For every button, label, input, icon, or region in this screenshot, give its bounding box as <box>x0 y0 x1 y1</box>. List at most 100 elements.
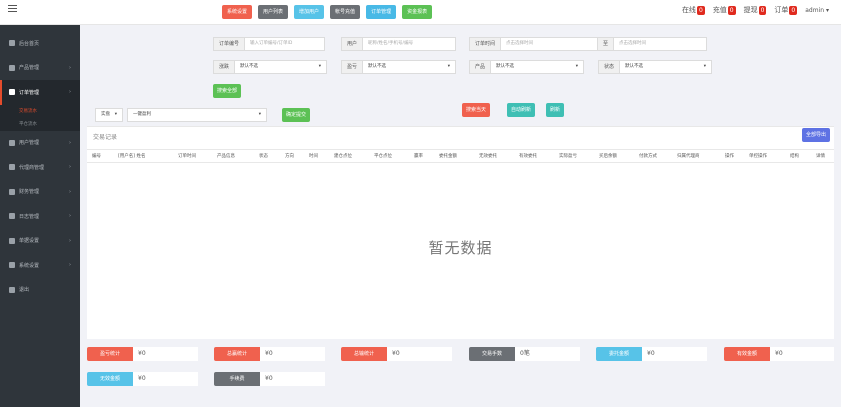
direction-select[interactable]: 默认不选 ▾ <box>235 60 328 74</box>
sidebar-item-home[interactable]: 后台首页 <box>0 31 80 56</box>
user-filter: 用户 昵称/姓名/手机号/编号 <box>341 37 457 51</box>
col-header: 结构 <box>790 154 799 159</box>
sidebar-item-label: 后台首页 <box>19 40 40 47</box>
sidebar-item-finance[interactable]: 财务管理 › <box>0 180 80 205</box>
sidebar-item-label: 产品管理 <box>19 65 40 72</box>
col-header: 赢率 <box>414 154 423 159</box>
agent-icon <box>9 164 15 171</box>
chevron-right-icon: › <box>69 262 71 269</box>
fee-value: ¥0 <box>260 372 325 386</box>
pnl-stat-value: ¥0 <box>133 347 198 361</box>
order-label: 订单 <box>774 6 789 14</box>
search-today-button[interactable]: 搜索当天 <box>462 103 491 117</box>
bulk-action-value: 一键盈利 <box>133 112 151 117</box>
product-select[interactable]: 默认不选 ▾ <box>491 60 585 74</box>
product-filter: 产品 默认不选 ▾ <box>469 60 585 74</box>
panel-title: 交易记录 <box>93 134 118 141</box>
pnl-stat-label: 盈亏统计 <box>87 347 133 361</box>
withdraw-stat[interactable]: 提现 0 <box>744 5 767 15</box>
direction-label: 涨跌 <box>213 60 236 74</box>
user-label: 用户 <box>341 37 364 51</box>
total-win-label: 总赢统计 <box>214 347 260 361</box>
auto-refresh-button[interactable]: 自动刷新 <box>507 103 536 117</box>
sidebar-item-logs[interactable]: 日志管理 › <box>0 204 80 229</box>
user-input[interactable]: 昵称/姓名/手机号/编号 <box>363 37 457 51</box>
chevron-right-icon: › <box>69 237 71 244</box>
recharge-stat[interactable]: 充值 0 <box>713 5 736 15</box>
account-type-select[interactable]: 实盘 ▾ <box>95 108 123 122</box>
direction-value: 默认不选 <box>240 64 259 69</box>
system-settings-button[interactable]: 系统设置 <box>222 5 253 19</box>
col-header: 归属代理商 <box>677 154 700 159</box>
admin-username: admin <box>805 6 825 14</box>
sidebar-item-settings[interactable]: 系统设置 › <box>0 253 80 278</box>
export-all-button[interactable]: 全部导出 <box>801 128 830 142</box>
log-icon <box>9 213 15 220</box>
table-header: 编号 [用户名] 姓名 订单时间 产品信息 状态 方向 时间 建仓点位 平仓点位… <box>87 149 834 163</box>
col-header: 编号 <box>92 154 101 159</box>
col-header: 买后余额 <box>599 154 617 159</box>
sidebar-item-label: 财务管理 <box>19 189 40 196</box>
order-stat[interactable]: 订单 0 <box>774 5 798 15</box>
sidebar-item-label: 单据设置 <box>19 238 40 245</box>
total-loss-label: 总输统计 <box>341 347 387 361</box>
order-no-label: 订单编号 <box>213 37 246 51</box>
online-count-badge: 0 <box>696 5 705 15</box>
online-stat[interactable]: 在线 0 <box>682 5 705 15</box>
col-header: 详情 <box>816 154 825 159</box>
profit-filter: 盈亏 默认不选 ▾ <box>341 60 457 74</box>
order-no-input[interactable]: 输入订单编号/订单ID <box>245 37 326 51</box>
time-to-input[interactable]: 点击选择时间 <box>614 37 708 51</box>
status-value: 默认不选 <box>625 64 644 69</box>
order-time-filter: 订单时间 点击选择时间 至 点击选择时间 <box>469 37 708 51</box>
fund-report-button[interactable]: 资金报表 <box>402 5 433 19</box>
profit-select[interactable]: 默认不选 ▾ <box>363 60 457 74</box>
sidebar-subitem-close-flow[interactable]: 平仓流水 <box>0 117 80 131</box>
sidebar-item-products[interactable]: 产品管理 › <box>0 56 80 81</box>
col-header: 方向 <box>285 154 294 159</box>
user-list-button[interactable]: 用户列表 <box>258 5 289 19</box>
sidebar-item-label: 用户管理 <box>19 140 40 147</box>
refresh-button[interactable]: 刷新 <box>546 103 565 117</box>
account-recharge-button[interactable]: 帐号充值 <box>330 5 361 19</box>
time-from-input[interactable]: 点击选择时间 <box>501 37 599 51</box>
entrust-amount-value: ¥0 <box>642 347 707 361</box>
sidebar-item-label: 退出 <box>19 287 30 294</box>
col-header: 操作 <box>725 154 734 159</box>
order-time-label: 订单时间 <box>469 37 502 51</box>
sidebar-item-orders[interactable]: 订单管理 › <box>0 80 80 105</box>
order-no-filter: 订单编号 输入订单编号/订单ID <box>213 37 326 51</box>
order-management-button[interactable]: 订单管理 <box>366 5 397 19</box>
menu-toggle-icon[interactable] <box>8 5 17 12</box>
product-label: 产品 <box>469 60 492 74</box>
admin-user-menu[interactable]: admin ▾ <box>805 7 829 14</box>
sidebar-item-agents[interactable]: 代理商管理 › <box>0 155 80 180</box>
sidebar-item-logout[interactable]: 退出 <box>0 278 80 303</box>
col-header: [用户名] 姓名 <box>118 154 146 159</box>
chevron-down-icon: ▾ <box>447 64 451 69</box>
submit-button[interactable]: 确定提交 <box>282 108 311 122</box>
sidebar-item-label: 系统设置 <box>19 262 40 269</box>
sidebar-item-documents[interactable]: 单据设置 › <box>0 229 80 254</box>
empty-state: 暂无数据 <box>428 239 493 257</box>
sidebar-item-label: 代理商管理 <box>19 164 45 171</box>
account-type-value: 实盘 <box>101 112 110 117</box>
col-header: 平仓点位 <box>374 154 392 159</box>
bulk-action-select[interactable]: 一键盈利 ▾ <box>127 108 267 122</box>
chevron-right-icon: › <box>69 188 71 195</box>
sidebar-subitem-trade-flow[interactable]: 交易流水 <box>0 104 80 118</box>
online-label: 在线 <box>681 6 696 14</box>
profit-value: 默认不选 <box>368 64 387 69</box>
recharge-count-badge: 0 <box>727 5 736 15</box>
add-user-button[interactable]: 增加用户 <box>294 5 325 19</box>
chevron-right-icon: › <box>69 64 71 71</box>
search-all-button[interactable]: 搜索全部 <box>213 84 242 98</box>
time-to-label: 至 <box>598 37 615 51</box>
sidebar-item-label: 日志管理 <box>19 213 40 220</box>
col-header: 订单时间 <box>178 154 196 159</box>
sidebar-item-users[interactable]: 用户管理 › <box>0 131 80 156</box>
status-select[interactable]: 默认不选 ▾ <box>620 60 713 74</box>
chevron-down-icon: ▾ <box>258 112 261 117</box>
col-header: 状态 <box>259 154 268 159</box>
top-stats: 在线 0 充值 0 提现 0 订单 0 admin ▾ <box>682 5 829 15</box>
